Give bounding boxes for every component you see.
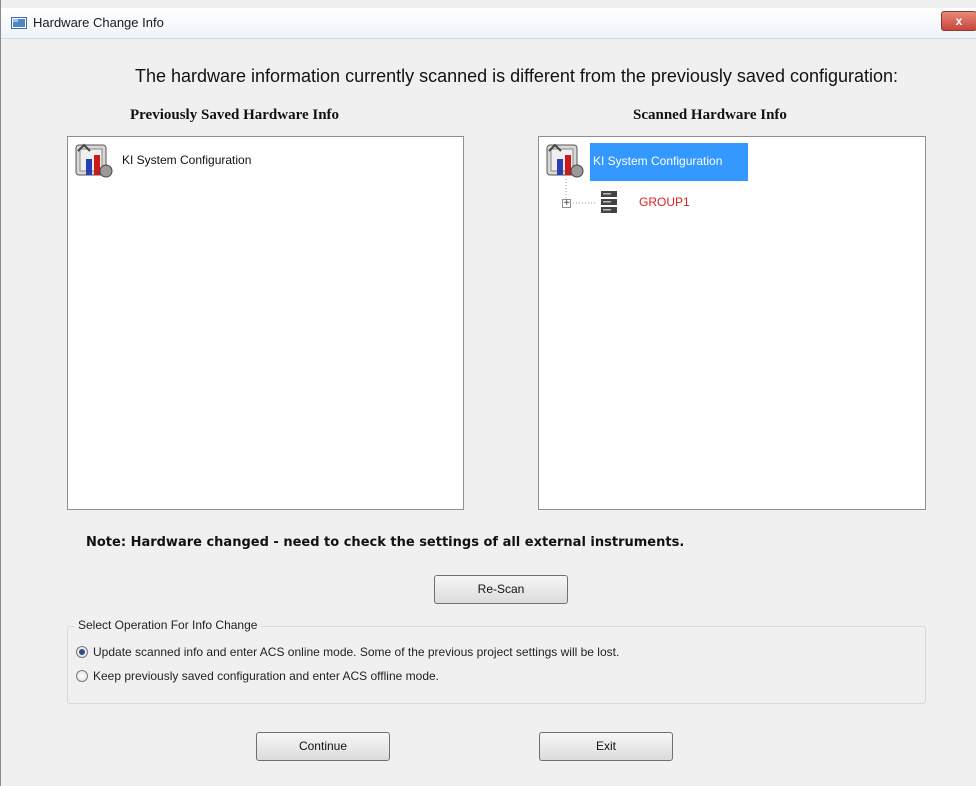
radio-selected-icon[interactable]	[76, 646, 88, 658]
operation-groupbox-legend: Select Operation For Info Change	[74, 618, 262, 632]
exit-button[interactable]: Exit	[539, 732, 673, 761]
system-configuration-icon	[75, 143, 113, 178]
option-update-online-label[interactable]: Update scanned info and enter ACS online…	[93, 645, 619, 659]
option-keep-offline-label[interactable]: Keep previously saved configuration and …	[93, 669, 439, 683]
system-configuration-icon	[546, 143, 584, 178]
hardware-change-note: Note: Hardware changed - need to check t…	[86, 535, 685, 550]
close-icon: x	[955, 14, 963, 28]
rescan-button[interactable]: Re-Scan	[434, 575, 568, 604]
radio-unselected-icon[interactable]	[76, 670, 88, 682]
server-group-icon	[601, 191, 617, 213]
app-window-icon	[11, 17, 27, 29]
scanned-info-title: Scanned Hardware Info	[633, 107, 787, 123]
close-button[interactable]: x	[941, 11, 976, 31]
expand-plus-icon[interactable]: +	[562, 199, 571, 208]
scanned-root-node-label[interactable]: KI System Configuration	[593, 154, 722, 168]
saved-root-node-label[interactable]: KI System Configuration	[122, 153, 251, 167]
title-bar[interactable]: Hardware Change Info x	[1, 8, 976, 39]
continue-button[interactable]: Continue	[256, 732, 390, 761]
window-title: Hardware Change Info	[33, 15, 164, 30]
operation-groupbox: Select Operation For Info Change Update …	[67, 618, 926, 704]
hardware-change-dialog: Hardware Change Info x The hardware info…	[0, 0, 976, 786]
saved-info-title: Previously Saved Hardware Info	[130, 107, 340, 123]
dialog-heading: The hardware information currently scann…	[134, 66, 899, 86]
saved-hardware-tree[interactable]: KI System Configuration	[67, 136, 464, 510]
group-node-label[interactable]: GROUP1	[639, 195, 690, 209]
scanned-hardware-tree[interactable]: KI System Configuration + GROUP1	[538, 136, 926, 510]
